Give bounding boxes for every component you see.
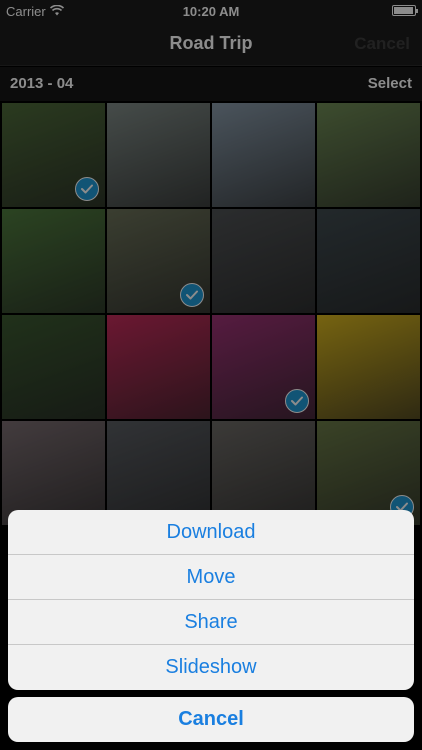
slideshow-button[interactable]: Slideshow xyxy=(8,645,414,690)
section-header: 2013 - 04 Select xyxy=(0,67,422,101)
photo-thumbnail[interactable] xyxy=(212,209,315,313)
checkmark-icon xyxy=(75,177,99,201)
photo-thumbnail[interactable] xyxy=(317,209,420,313)
navigation-bar: Road Trip Cancel xyxy=(0,22,422,66)
photo-thumbnail[interactable] xyxy=(107,103,210,207)
status-time: 10:20 AM xyxy=(182,4,240,19)
photo-thumbnail[interactable] xyxy=(107,209,210,313)
photo-image xyxy=(2,209,105,313)
photo-image xyxy=(317,209,420,313)
photo-thumbnail[interactable] xyxy=(317,315,420,419)
cancel-button[interactable]: Cancel xyxy=(8,697,414,742)
photo-image xyxy=(317,103,420,207)
photo-thumbnail[interactable] xyxy=(2,103,105,207)
photo-image xyxy=(317,315,420,419)
status-bar: Carrier 10:20 AM xyxy=(0,0,422,22)
checkmark-icon xyxy=(285,389,309,413)
photo-thumbnail[interactable] xyxy=(212,103,315,207)
share-button[interactable]: Share xyxy=(8,600,414,645)
photo-thumbnail[interactable] xyxy=(317,103,420,207)
photo-image xyxy=(212,209,315,313)
move-button[interactable]: Move xyxy=(8,555,414,600)
battery-icon xyxy=(392,5,418,16)
photo-image xyxy=(2,315,105,419)
nav-cancel-button[interactable]: Cancel xyxy=(354,34,410,54)
download-button[interactable]: Download xyxy=(8,510,414,555)
photo-thumbnail[interactable] xyxy=(212,315,315,419)
checkmark-icon xyxy=(180,283,204,307)
photo-image xyxy=(212,103,315,207)
photo-image xyxy=(107,315,210,419)
photo-image xyxy=(107,103,210,207)
photo-thumbnail[interactable] xyxy=(2,209,105,313)
photo-thumbnail[interactable] xyxy=(2,315,105,419)
photo-thumbnail[interactable] xyxy=(107,315,210,419)
section-date: 2013 - 04 xyxy=(10,75,74,92)
select-button[interactable]: Select xyxy=(368,75,412,92)
cancel-sheet: Cancel xyxy=(8,697,414,742)
action-sheet: Download Move Share Slideshow xyxy=(8,510,414,690)
photo-grid xyxy=(0,101,422,525)
